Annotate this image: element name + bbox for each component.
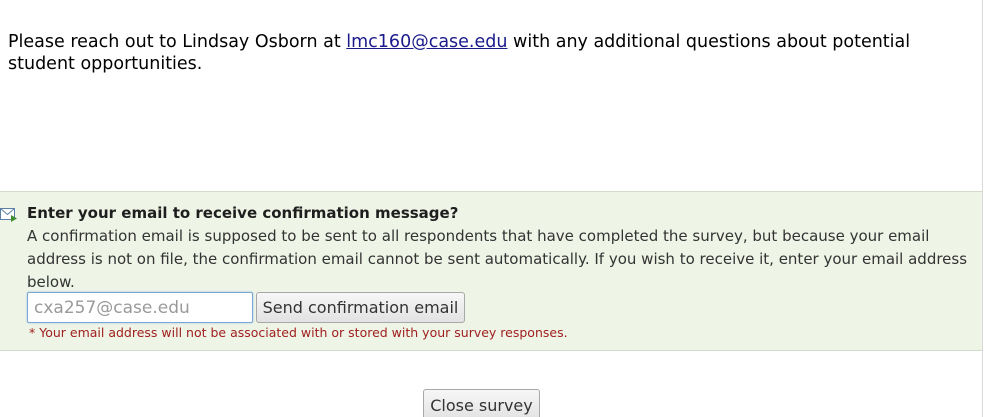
confirmation-email-input[interactable] — [27, 292, 253, 323]
envelope-arrow-icon — [0, 208, 17, 222]
confirmation-description: A confirmation email is supposed to be s… — [27, 227, 968, 291]
contact-email-link[interactable]: lmc160@case.edu — [346, 32, 507, 52]
contact-message-prefix: Please reach out to Lindsay Osborn at — [8, 32, 347, 52]
page-scrollbar[interactable] — [982, 0, 997, 417]
close-survey-button[interactable]: Close survey — [423, 389, 540, 417]
contact-message: Please reach out to Lindsay Osborn at lm… — [8, 31, 968, 75]
send-confirmation-email-button[interactable]: Send confirmation email — [256, 292, 465, 323]
confirmation-title: Enter your email to receive confirmation… — [27, 204, 459, 222]
survey-complete-page: Please reach out to Lindsay Osborn at lm… — [0, 0, 997, 417]
email-confirmation-panel: Enter your email to receive confirmation… — [0, 191, 982, 351]
privacy-note: * Your email address will not be associa… — [29, 325, 568, 340]
